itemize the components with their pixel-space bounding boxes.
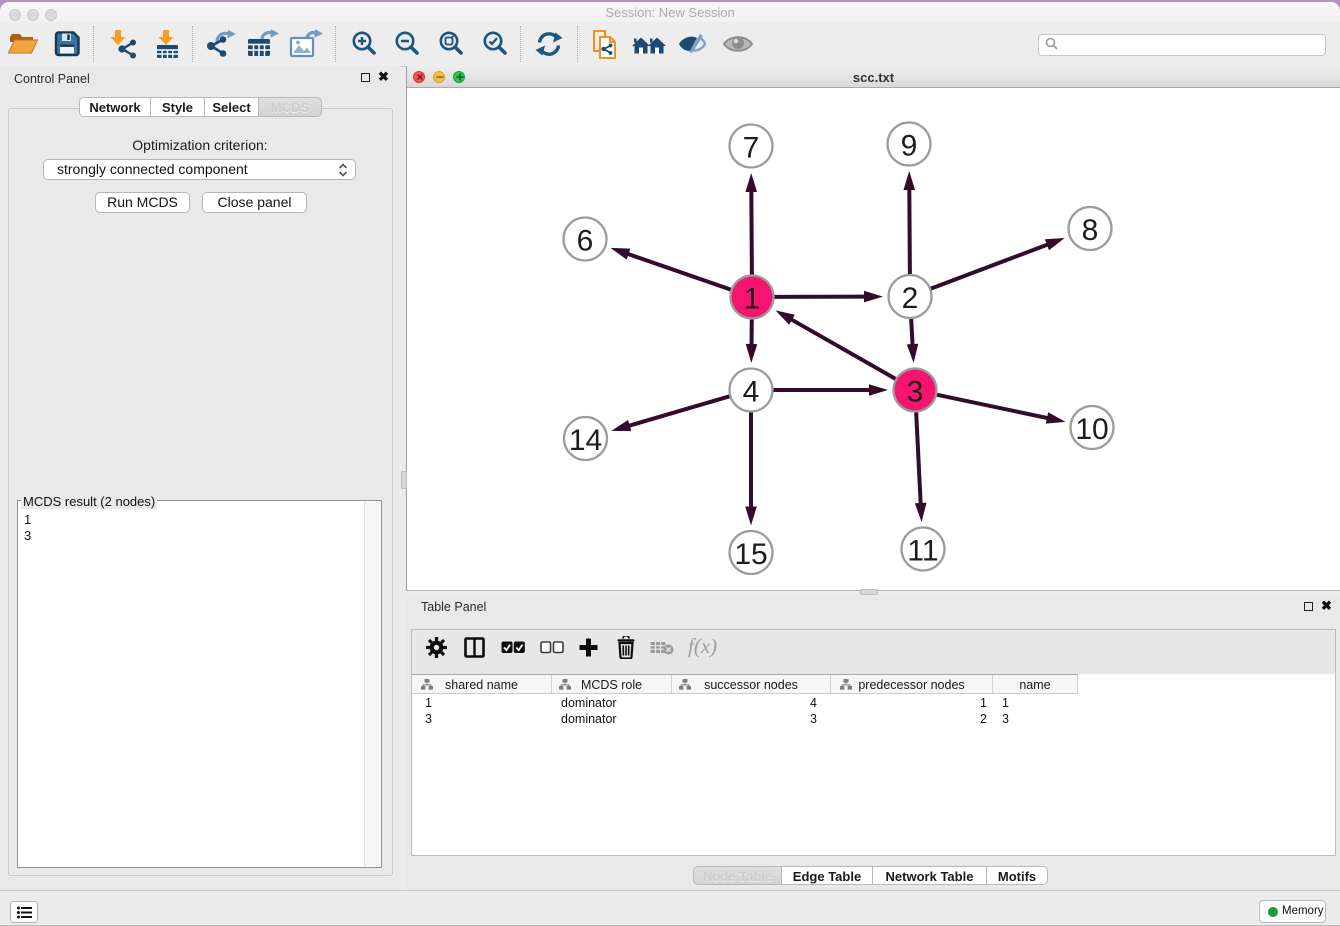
svg-text:3: 3 [907,376,924,409]
svg-text:2: 2 [902,282,919,315]
svg-text:11: 11 [907,535,938,568]
svg-text:1: 1 [744,283,761,316]
svg-text:6: 6 [577,225,594,258]
svg-text:9: 9 [901,130,918,163]
svg-text:7: 7 [743,132,760,165]
svg-text:15: 15 [734,538,767,571]
svg-text:14: 14 [569,424,602,457]
svg-text:4: 4 [743,376,760,409]
svg-text:10: 10 [1075,413,1108,446]
svg-text:8: 8 [1082,214,1099,247]
